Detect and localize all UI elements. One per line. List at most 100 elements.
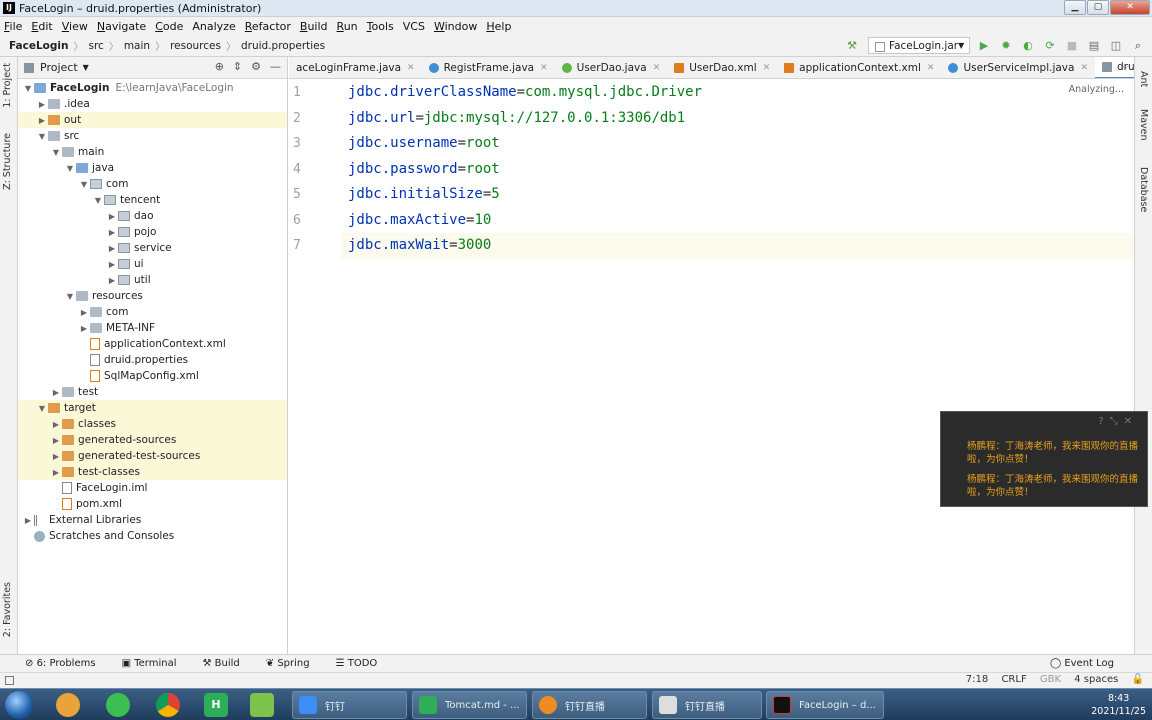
project-panel-title[interactable]: Project — [40, 61, 78, 74]
chevron-right-icon[interactable]: ▶ — [22, 516, 34, 525]
tree-item[interactable]: ▶ test-classes — [18, 464, 287, 480]
tree-item[interactable]: ▼ com — [18, 176, 287, 192]
build-tool-tab[interactable]: ⚒ Build — [202, 658, 252, 669]
taskbar-task[interactable]: Tomcat.md - ... — [412, 691, 527, 719]
hammer-icon[interactable]: ⚒ — [844, 38, 860, 54]
structure-tool-tab[interactable]: Z: Structure — [2, 133, 13, 190]
file-encoding[interactable]: GBK — [1040, 674, 1061, 685]
code-line[interactable]: jdbc.username=root — [348, 131, 1134, 157]
menu-item-build[interactable]: Build — [300, 20, 328, 33]
tree-item[interactable]: ▼ tencent — [18, 192, 287, 208]
tree-item[interactable]: ▼ target — [18, 400, 287, 416]
popup-controls[interactable]: ?⤡✕ — [1098, 416, 1138, 427]
chevron-down-icon[interactable]: ▼ — [83, 63, 89, 72]
tree-item[interactable]: ▶ .idea — [18, 96, 287, 112]
favorites-tool-tab[interactable]: 2: Favorites — [2, 582, 13, 637]
close-tab-icon[interactable]: ✕ — [407, 63, 415, 73]
chevron-right-icon[interactable]: ▶ — [36, 116, 48, 125]
editor-tab[interactable]: applicationContext.xml ✕ — [777, 57, 941, 78]
tree-item[interactable]: ▼ FaceLogin E:\learnJava\FaceLogin — [18, 80, 287, 96]
problems-tool-tab[interactable]: ⊘ 6: Problems — [25, 658, 109, 669]
editor-tab[interactable]: aceLoginFrame.java ✕ — [289, 57, 422, 78]
code-line[interactable]: jdbc.password=root — [348, 157, 1134, 183]
app-icon[interactable] — [106, 693, 130, 717]
tree-item[interactable]: ▶ generated-sources — [18, 432, 287, 448]
editor-tab[interactable]: UserServiceImpl.java ✕ — [941, 57, 1095, 78]
chevron-right-icon[interactable]: ▶ — [50, 436, 62, 445]
chevron-down-icon[interactable]: ▼ — [36, 132, 48, 141]
chrome-icon[interactable] — [156, 693, 180, 717]
media-player-icon[interactable] — [250, 693, 274, 717]
search-icon[interactable]: ⌕ — [1130, 38, 1146, 54]
close-button[interactable]: ✕ — [1110, 0, 1150, 15]
chevron-right-icon[interactable]: ▶ — [36, 100, 48, 109]
chevron-right-icon[interactable]: ▶ — [50, 420, 62, 429]
profile-icon[interactable]: ⟳ — [1042, 38, 1058, 54]
code-line[interactable]: jdbc.initialSize=5 — [348, 182, 1134, 208]
chevron-right-icon[interactable]: ▶ — [106, 212, 118, 221]
tree-item[interactable]: ▼ java — [18, 160, 287, 176]
taskbar-task[interactable]: 钉钉 — [292, 691, 407, 719]
clock[interactable]: 8:43 2021/11/25 — [1091, 692, 1146, 718]
event-log-tab[interactable]: ◯ Event Log — [1050, 658, 1127, 669]
hide-icon[interactable]: — — [270, 60, 281, 73]
maven-tool-tab[interactable]: Maven — [1138, 109, 1149, 141]
menu-item-help[interactable]: Help — [486, 20, 511, 33]
tree-item[interactable]: ▶ test — [18, 384, 287, 400]
tree-item[interactable]: ▶ classes — [18, 416, 287, 432]
layout-icon[interactable]: ◫ — [1108, 38, 1124, 54]
tree-item[interactable]: applicationContext.xml — [18, 336, 287, 352]
chevron-right-icon[interactable]: ▶ — [106, 228, 118, 237]
tree-item[interactable]: ▶ util — [18, 272, 287, 288]
chevron-down-icon[interactable]: ⌵ — [1122, 62, 1129, 72]
taskbar-task[interactable]: 钉钉直播 — [532, 691, 647, 719]
close-tab-icon[interactable]: ✕ — [540, 63, 548, 73]
maximize-button[interactable]: ▢ — [1087, 0, 1109, 15]
menu-item-tools[interactable]: Tools — [367, 20, 394, 33]
minimize-button[interactable]: ▁ — [1064, 0, 1086, 15]
menu-item-view[interactable]: View — [62, 20, 88, 33]
status-square-icon[interactable] — [5, 676, 14, 685]
tree-item[interactable]: Scratches and Consoles — [18, 528, 287, 544]
collapse-all-icon[interactable]: ⇕ — [233, 60, 242, 73]
code-content[interactable]: jdbc.driverClassName=com.mysql.jdbc.Driv… — [348, 80, 1134, 259]
spring-tool-tab[interactable]: ❦ Spring — [266, 658, 323, 669]
project-tool-tab[interactable]: 1: Project — [2, 63, 13, 108]
gear-icon[interactable]: ⚙ — [251, 60, 261, 73]
chevron-down-icon[interactable]: ▼ — [50, 148, 62, 157]
breadcrumb-file[interactable]: druid.properties — [241, 40, 325, 52]
close-tab-icon[interactable]: ✕ — [763, 63, 771, 73]
code-line[interactable]: jdbc.driverClassName=com.mysql.jdbc.Driv… — [348, 80, 1134, 106]
locate-icon[interactable]: ⊕ — [215, 60, 224, 73]
windows-start-button[interactable] — [5, 691, 33, 719]
database-tool-tab[interactable]: Database — [1138, 167, 1149, 212]
close-tab-icon[interactable]: ✕ — [927, 63, 935, 73]
tree-item[interactable]: ▼ resources — [18, 288, 287, 304]
tree-item[interactable]: FaceLogin.iml — [18, 480, 287, 496]
chevron-down-icon[interactable]: ▼ — [64, 292, 76, 301]
code-line[interactable]: jdbc.url=jdbc:mysql://127.0.0.1:3306/db1 — [348, 106, 1134, 132]
tree-item[interactable]: ▶ generated-test-sources — [18, 448, 287, 464]
terminal-tool-tab[interactable]: ▣ Terminal — [122, 658, 190, 669]
editor-tab[interactable]: UserDao.xml ✕ — [667, 57, 777, 78]
chevron-down-icon[interactable]: ▼ — [64, 164, 76, 173]
run-config-select[interactable]: FaceLogin.jar ▼ — [868, 37, 970, 54]
menu-item-analyze[interactable]: Analyze — [192, 20, 235, 33]
menu-item-navigate[interactable]: Navigate — [97, 20, 146, 33]
code-line[interactable]: jdbc.maxWait=3000 — [348, 233, 1134, 259]
chevron-down-icon[interactable]: ▼ — [92, 196, 104, 205]
chevron-right-icon[interactable]: ▶ — [106, 276, 118, 285]
menu-item-code[interactable]: Code — [155, 20, 183, 33]
editor-tab[interactable]: RegistFrame.java ✕ — [422, 57, 555, 78]
tree-item[interactable]: ▶ service — [18, 240, 287, 256]
tree-item[interactable]: ▶ pojo — [18, 224, 287, 240]
tree-item[interactable]: ▶ ui — [18, 256, 287, 272]
menu-item-window[interactable]: Window — [434, 20, 477, 33]
taskbar-task[interactable]: 钉钉直播 — [652, 691, 762, 719]
debug-icon[interactable]: ✹ — [998, 38, 1014, 54]
menu-item-file[interactable]: File — [4, 20, 22, 33]
menu-item-edit[interactable]: Edit — [31, 20, 52, 33]
tree-item[interactable]: pom.xml — [18, 496, 287, 512]
chevron-right-icon[interactable]: ▶ — [106, 260, 118, 269]
tree-item[interactable]: ▶ dao — [18, 208, 287, 224]
